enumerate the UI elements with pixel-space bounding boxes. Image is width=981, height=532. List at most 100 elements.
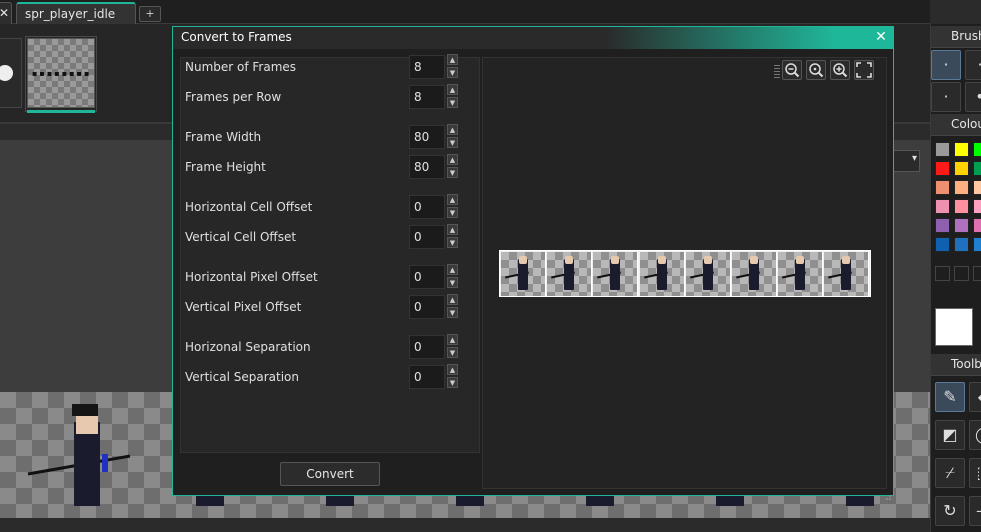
field-label: Frame Width — [185, 130, 262, 144]
field-value-input[interactable]: 80 — [409, 155, 445, 179]
brush-size-1-button[interactable]: · — [931, 50, 961, 80]
eraser-tool-button[interactable]: ◆ — [969, 382, 981, 412]
colour-swatch[interactable] — [954, 142, 969, 157]
field-value-input[interactable]: 0 — [409, 195, 445, 219]
spin-down-icon[interactable]: ▼ — [447, 97, 458, 108]
fit-to-window-button[interactable] — [854, 60, 874, 80]
colour-swatch[interactable] — [935, 199, 950, 214]
frame-thumbnail-previous[interactable] — [0, 38, 22, 108]
fill-shape-tool-button[interactable]: ◩ — [935, 420, 965, 450]
field-value-input[interactable]: 8 — [409, 85, 445, 109]
zoom-in-button[interactable] — [830, 60, 850, 80]
field-value-input[interactable]: 0 — [409, 225, 445, 249]
field-value-input[interactable]: 0 — [409, 335, 445, 359]
lasso-tool-button[interactable]: ◯ — [969, 420, 981, 450]
zoom-reset-icon — [809, 63, 824, 78]
right-side-panel: Brushes · · · • Colours Toolbox ✎ ◆ ◩ ◯ … — [930, 24, 981, 532]
spin-up-icon[interactable]: ▲ — [447, 124, 458, 135]
spin-up-icon[interactable]: ▲ — [447, 364, 458, 375]
zoom-reset-button[interactable] — [806, 60, 826, 80]
empty-swatch[interactable] — [954, 266, 969, 281]
frame-marker-icon — [0, 65, 13, 81]
frame-preview-cell — [593, 252, 639, 296]
spin-up-icon[interactable]: ▲ — [447, 294, 458, 305]
field-value-input[interactable]: 0 — [409, 295, 445, 319]
dialog-title-bar[interactable]: Convert to Frames — [173, 27, 893, 49]
select-tool-button[interactable]: ⬚ — [969, 458, 981, 488]
field-value-input[interactable]: 0 — [409, 365, 445, 389]
spin-down-icon[interactable]: ▼ — [447, 137, 458, 148]
colour-swatch[interactable] — [954, 180, 969, 195]
close-tab-icon[interactable]: ✕ — [0, 6, 9, 20]
colour-swatch[interactable] — [935, 218, 950, 233]
spin-down-icon[interactable]: ▼ — [447, 207, 458, 218]
field-value-input[interactable]: 8 — [409, 55, 445, 79]
spin-down-icon[interactable]: ▼ — [447, 237, 458, 248]
rotate-tool-button[interactable]: ↻ — [935, 496, 965, 526]
zoom-out-icon — [785, 63, 800, 78]
spin-up-icon[interactable]: ▲ — [447, 84, 458, 95]
pencil-tool-button[interactable]: ✎ — [935, 382, 965, 412]
frames-preview-panel[interactable] — [482, 57, 887, 489]
spin-down-icon[interactable]: ▼ — [447, 167, 458, 178]
spin-up-icon[interactable]: ▲ — [447, 54, 458, 65]
colour-swatch[interactable] — [954, 237, 969, 252]
colour-picker-tool-button[interactable]: ⌿ — [935, 458, 965, 488]
colour-swatch[interactable] — [935, 161, 950, 176]
frame-preview-cell — [639, 252, 685, 296]
canvas-scrollbar[interactable] — [0, 518, 930, 532]
spin-down-icon[interactable]: ▼ — [447, 67, 458, 78]
chevron-down-icon: ▾ — [911, 153, 917, 164]
previous-tab[interactable]: ✕ — [0, 2, 12, 24]
colour-swatch[interactable] — [973, 142, 981, 157]
colour-swatch[interactable] — [973, 237, 981, 252]
canvas-options-dropdown[interactable]: ▾ — [890, 150, 920, 172]
line-icon: — — [976, 501, 981, 520]
current-colour-swatch[interactable] — [935, 308, 973, 346]
frame-preview-cell — [547, 252, 593, 296]
brush-size-4-button[interactable]: • — [965, 82, 981, 112]
empty-swatch[interactable] — [935, 266, 950, 281]
toolbox-panel-header[interactable]: Toolbox — [931, 354, 981, 376]
field-label: Frame Height — [185, 160, 266, 174]
shape-fill-icon: ◩ — [942, 425, 958, 444]
spin-up-icon[interactable]: ▲ — [447, 264, 458, 275]
spin-up-icon[interactable]: ▲ — [447, 154, 458, 165]
field-label: Vertical Pixel Offset — [185, 300, 302, 314]
resize-grip-icon[interactable] — [883, 485, 891, 500]
spin-up-icon[interactable]: ▲ — [447, 334, 458, 345]
spin-down-icon[interactable]: ▼ — [447, 377, 458, 388]
colour-swatch[interactable] — [954, 218, 969, 233]
frame-thumbnail[interactable]: ▪▪▪▪▪▪▪▪ — [27, 38, 95, 108]
tab-spr-player-idle[interactable]: spr_player_idle✕ — [16, 2, 136, 35]
zoom-out-button[interactable] — [782, 60, 802, 80]
spin-up-icon[interactable]: ▲ — [447, 224, 458, 235]
dialog-close-button[interactable]: ✕ — [873, 29, 889, 45]
convert-button[interactable]: Convert — [280, 462, 380, 486]
colour-swatch[interactable] — [935, 180, 950, 195]
spin-down-icon[interactable]: ▼ — [447, 307, 458, 318]
colour-swatch[interactable] — [935, 142, 950, 157]
ninja-head-icon — [796, 256, 805, 264]
colour-swatch[interactable] — [973, 161, 981, 176]
add-tab-button[interactable]: + — [139, 6, 161, 22]
empty-swatch[interactable] — [973, 266, 981, 281]
spin-up-icon[interactable]: ▲ — [447, 194, 458, 205]
document-tab-bar: ✕ spr_player_idle✕ + — [0, 0, 930, 35]
field-value-input[interactable]: 0 — [409, 265, 445, 289]
field-value-input[interactable]: 80 — [409, 125, 445, 149]
colour-swatch[interactable] — [973, 218, 981, 233]
brush-size-3-button[interactable]: · — [931, 82, 961, 112]
spin-down-icon[interactable]: ▼ — [447, 277, 458, 288]
colour-swatch[interactable] — [973, 180, 981, 195]
line-tool-button[interactable]: — — [969, 496, 981, 526]
spin-down-icon[interactable]: ▼ — [447, 347, 458, 358]
colour-swatch[interactable] — [935, 237, 950, 252]
brushes-panel-header[interactable]: Brushes — [931, 26, 981, 48]
ninja-head-icon — [842, 256, 851, 264]
colour-swatch[interactable] — [973, 199, 981, 214]
brush-size-2-button[interactable]: · — [965, 50, 981, 80]
colour-swatch[interactable] — [954, 161, 969, 176]
colours-panel-header[interactable]: Colours — [931, 114, 981, 136]
colour-swatch[interactable] — [954, 199, 969, 214]
